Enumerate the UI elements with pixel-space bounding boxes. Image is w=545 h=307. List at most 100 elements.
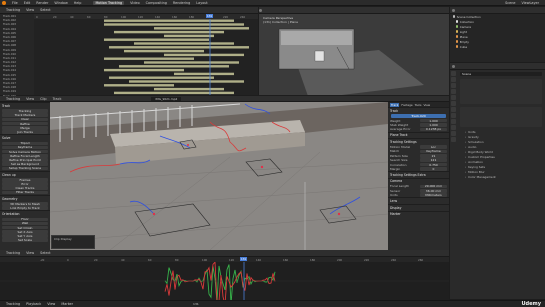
tool-button[interactable]: Floor [2, 217, 48, 222]
scene-name-field[interactable]: Scene [460, 72, 542, 76]
tool-button[interactable]: 3D Markers to Mesh [2, 201, 48, 206]
properties-tab-icon[interactable] [451, 113, 456, 118]
setting-value[interactable]: Millimeters [420, 193, 447, 198]
graph-menu[interactable]: Tracking [6, 251, 20, 255]
tool-button[interactable]: Set as Background [2, 162, 48, 167]
properties-tab-icon[interactable] [451, 119, 456, 124]
setting-value[interactable]: Loc [420, 145, 447, 149]
menu-render[interactable]: Render [36, 1, 48, 5]
setting-value[interactable]: 121 [420, 158, 447, 162]
tool-section-title[interactable]: Track [0, 102, 50, 109]
field-value[interactable]: 1.000 [420, 123, 447, 127]
playhead-label[interactable]: 131 [206, 14, 214, 18]
tool-section-title[interactable]: Geometry [0, 194, 50, 202]
dopesheet-menu[interactable]: Select [40, 8, 50, 12]
sidebar-tab[interactable]: View [423, 103, 430, 107]
status-menu[interactable]: Marker [61, 302, 73, 306]
status-menu[interactable]: Tracking [6, 302, 20, 306]
tool-section-title[interactable]: Clean up [0, 170, 50, 178]
tool-button[interactable]: Clean Tracks [2, 186, 48, 190]
outliner-icon[interactable] [452, 8, 455, 12]
camera-viewport[interactable]: Camera Perspective (131) Collection | Pl… [259, 7, 449, 95]
field-value[interactable]: 1.000 [420, 118, 447, 123]
clip-menu[interactable]: Clip [40, 97, 46, 101]
properties-icon[interactable] [452, 64, 455, 68]
properties-tab-icon[interactable] [451, 137, 456, 142]
sidebar-tab[interactable]: Tools [415, 103, 422, 107]
tool-button[interactable]: Track Markers [2, 113, 48, 117]
track-panel-section[interactable]: Marker [388, 210, 449, 218]
clip-viewer[interactable]: Clip Display [50, 102, 388, 250]
properties-tab-icon[interactable] [451, 95, 456, 100]
properties-tab-icon[interactable] [451, 131, 456, 136]
properties-tab-icon[interactable] [451, 125, 456, 130]
tool-button[interactable]: Set Y Axis [2, 234, 48, 238]
clip-name-field[interactable]: IMG_9021.mp4 [151, 96, 182, 101]
graph-menu[interactable]: View [26, 251, 34, 255]
setting-value[interactable]: 0 [420, 167, 447, 171]
tool-button[interactable]: Error [2, 182, 48, 186]
track-panel-section[interactable]: Tracking Settings Extra [388, 171, 449, 178]
sidebar-tab[interactable]: Footage [401, 103, 412, 107]
graph-playhead-label[interactable]: 131 [240, 257, 248, 261]
status-menu[interactable]: Playback [26, 302, 41, 306]
properties-tab-icon[interactable] [451, 77, 456, 82]
tool-section-title[interactable]: Orientation [0, 210, 50, 217]
track-panel-section[interactable]: Display [388, 204, 449, 211]
tool-button[interactable]: Set Scale [2, 238, 48, 243]
tool-button[interactable]: Set Origin [2, 225, 48, 230]
setting-value[interactable]: 36.00 mm [420, 189, 447, 193]
tool-button[interactable]: Link Empty to Track [2, 206, 48, 210]
status-menu[interactable]: View [47, 302, 55, 306]
properties-tab-icon[interactable] [451, 107, 456, 112]
workspace-tab[interactable]: Rendering [173, 1, 190, 5]
setting-value[interactable]: 21 [420, 153, 447, 158]
workspace-tab[interactable]: Motion Tracking [93, 0, 125, 5]
workspace-tab[interactable]: Compositing [146, 1, 167, 5]
menu-window[interactable]: Window [54, 1, 67, 5]
tool-button[interactable]: Refine [2, 121, 48, 126]
clip-display-popover[interactable]: Clip Display [51, 235, 95, 249]
properties-tab-icon[interactable] [451, 83, 456, 88]
properties-tab-icon[interactable] [451, 89, 456, 94]
tool-button[interactable]: Clear [2, 117, 48, 122]
setting-value[interactable]: Keyframe [420, 149, 447, 154]
tool-button[interactable]: Tracking [2, 109, 48, 113]
tool-button[interactable]: Tripod [2, 141, 48, 146]
dopesheet-menu[interactable]: Tracking [6, 8, 20, 12]
clip-menu[interactable]: Tracking [6, 97, 20, 101]
tool-button[interactable]: Filter Tracks [2, 190, 48, 195]
menu-help[interactable]: Help [74, 1, 82, 5]
tool-button[interactable]: Wall [2, 221, 48, 226]
clip-menu[interactable]: View [26, 97, 34, 101]
tool-button[interactable]: Refine Principal Point [2, 158, 48, 162]
menu-edit[interactable]: Edit [24, 1, 31, 5]
tool-button[interactable]: Join Tracks [2, 130, 48, 134]
clip-menu[interactable]: Track [53, 97, 62, 101]
dopesheet-menu[interactable]: View [26, 8, 34, 12]
property-panel-header[interactable]: › Color Management [460, 175, 542, 180]
tool-button[interactable]: Set X Axis [2, 230, 48, 234]
workspace-tab[interactable]: Video [130, 1, 140, 5]
tool-button[interactable]: Keyframe [2, 145, 48, 150]
track-panel-section[interactable]: Lens [388, 197, 449, 204]
properties-tab-icon[interactable] [451, 101, 456, 106]
tool-button[interactable]: Solve Camera Motion [2, 149, 48, 154]
field-value[interactable]: 0.1238 px [420, 127, 447, 132]
graph-menu[interactable]: Select [40, 251, 50, 255]
menu-file[interactable]: File [12, 1, 18, 5]
outliner-item[interactable]: Cube [450, 44, 545, 49]
tool-button[interactable]: Refine Focal Length [2, 154, 48, 158]
setting-value[interactable]: 29.000 mm [420, 184, 447, 189]
tool-button[interactable]: Setup Tracking Scene [2, 166, 48, 171]
scene-selector[interactable]: Scene [505, 1, 515, 5]
track-panel-section[interactable]: Plane Track [388, 131, 449, 139]
tool-button[interactable]: Frames [2, 178, 48, 182]
sidebar-tab[interactable]: Track [390, 102, 400, 107]
properties-tab-icon[interactable] [451, 71, 456, 76]
workspace-tab[interactable]: Layout [196, 1, 208, 5]
setting-value[interactable]: 0.750 [420, 162, 447, 167]
view-layer-selector[interactable]: ViewLayer [522, 1, 540, 5]
tool-section-title[interactable]: Solve [0, 134, 50, 141]
tool-button[interactable]: Merge [2, 125, 48, 130]
